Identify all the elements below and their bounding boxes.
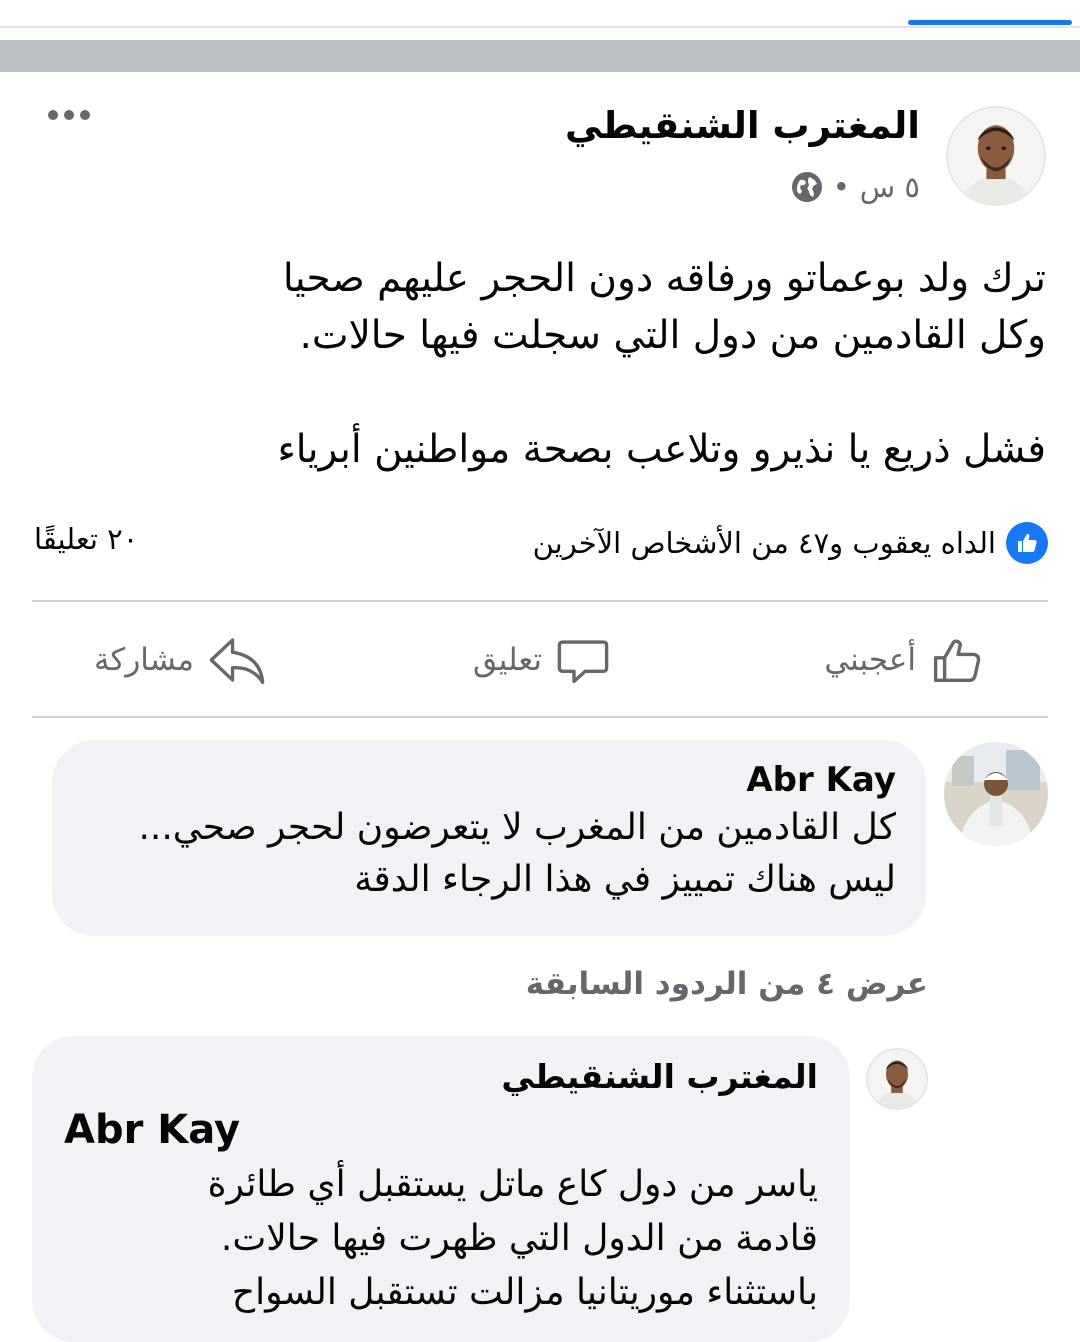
reply-line: ياسر من دول كاع ماتل يستقبل أي طائرة	[207, 1164, 818, 1205]
tab-bar-rule	[0, 26, 1080, 28]
more-options-icon[interactable]	[48, 110, 90, 120]
post-line: ترك ولد بوعماتو ورفاقه دون الحجر عليهم ص…	[282, 256, 1046, 301]
comments-count[interactable]: ٢٠ تعليقًا	[34, 522, 138, 556]
reactions-summary[interactable]: الداه يعقوب و٤٧ من الأشخاص الآخرين	[533, 522, 1048, 564]
comment-label: تعليق	[472, 642, 542, 678]
post-time[interactable]: ٥ س	[860, 170, 920, 204]
divider-bottom	[32, 716, 1048, 718]
globe-icon	[791, 172, 822, 202]
post-body: ترك ولد بوعماتو ورفاقه دون الحجر عليهم ص…	[166, 250, 1046, 478]
reply-author-avatar[interactable]	[866, 1048, 928, 1110]
reply-line: باستثناء موريتانيا مزالت تستقبل السواح	[231, 1272, 818, 1313]
share-arrow-icon	[209, 638, 265, 684]
thumbs-up-icon	[933, 639, 981, 682]
feed-separator	[0, 40, 1080, 72]
reply-line: قادمة من الدول التي ظهرت فيها حالات.	[220, 1218, 818, 1259]
share-button[interactable]: مشاركة	[94, 628, 266, 692]
commenter-name[interactable]: Abr Kay	[82, 758, 896, 802]
post-author-avatar[interactable]	[946, 106, 1046, 206]
comment-bubble-icon	[557, 640, 609, 684]
active-tab-indicator	[908, 20, 1072, 25]
like-label: أعجبني	[824, 642, 916, 678]
post-meta: ٥ س •	[791, 170, 920, 204]
post-author-name[interactable]: المغترب الشنقيطي	[565, 104, 920, 147]
reply-author-name[interactable]: المغترب الشنقيطي	[64, 1052, 818, 1102]
post-line: وكل القادمين من دول التي سجلت فيها حالات…	[299, 313, 1046, 358]
reply-mention[interactable]: Abr Kay	[64, 1102, 818, 1158]
like-reaction-icon	[1006, 522, 1048, 564]
reactions-text: الداه يعقوب و٤٧ من الأشخاص الآخرين	[532, 526, 996, 560]
like-button[interactable]: أعجبني	[824, 628, 984, 692]
post-line: فشل ذريع يا نذيرو وتلاعب بصحة مواطنين أب…	[277, 427, 1046, 472]
commenter-avatar[interactable]	[944, 742, 1048, 846]
top-tab-bar	[0, 0, 1080, 40]
comment-button[interactable]: تعليق	[473, 628, 610, 692]
reply-bubble: المغترب الشنقيطي Abr Kay ياسر من دول كاع…	[32, 1036, 850, 1342]
meta-separator: •	[832, 170, 850, 204]
view-previous-replies[interactable]: عرض ٤ من الردود السابقة	[526, 966, 928, 1002]
comment-line: كل القادمين من المغرب لا يتعرضون لحجر صح…	[138, 807, 896, 848]
share-label: مشاركة	[93, 642, 194, 678]
comment-bubble: Abr Kay كل القادمين من المغرب لا يتعرضون…	[52, 740, 926, 936]
divider-top	[32, 600, 1048, 602]
comment-line: ليس هناك تمييز في هذا الرجاء الدقة	[354, 859, 896, 900]
